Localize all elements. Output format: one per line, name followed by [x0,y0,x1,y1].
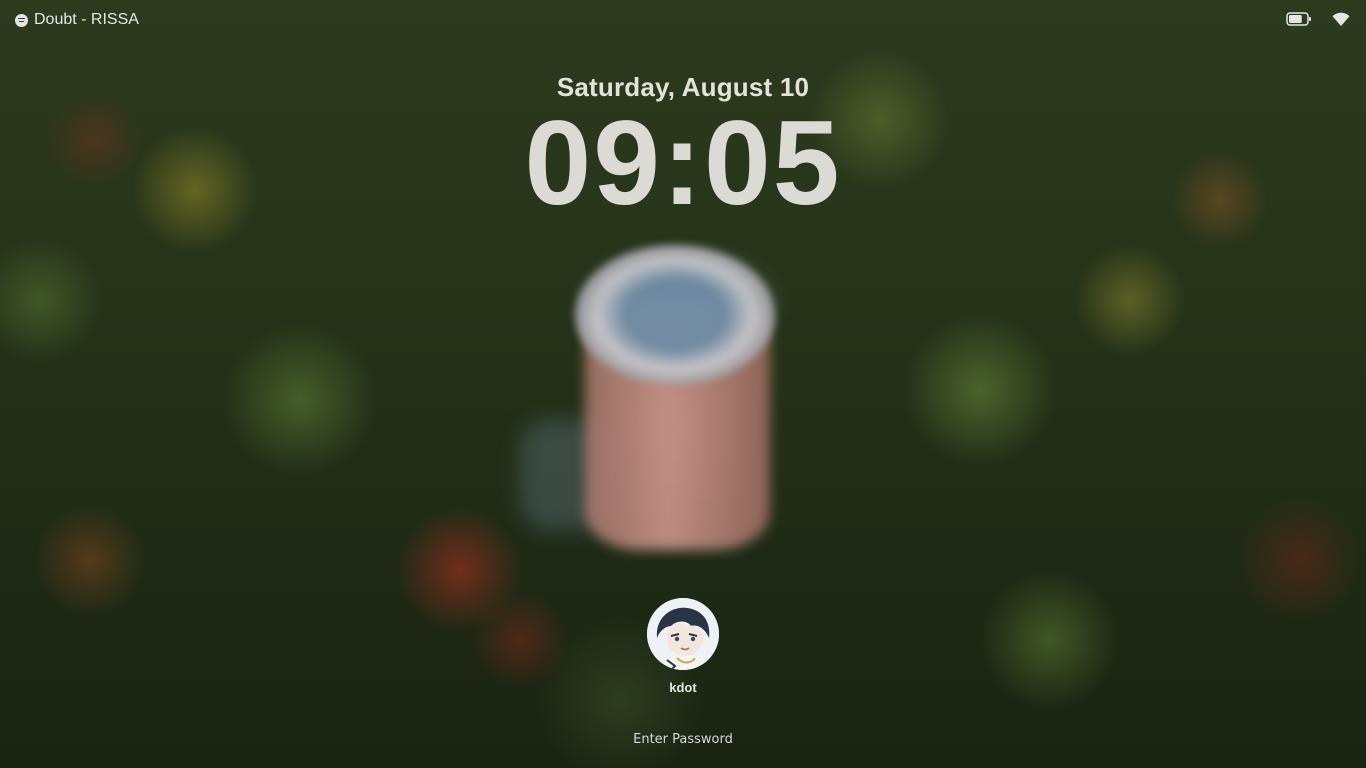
password-input[interactable] [583,726,783,752]
user-avatar[interactable] [647,598,719,670]
user-name: kdot [669,680,697,695]
top-bar: Doubt - RISSA [0,0,1366,38]
spotify-icon [15,13,28,27]
battery-icon[interactable] [1286,11,1312,27]
status-area [1286,11,1350,27]
wifi-icon[interactable] [1332,11,1350,27]
now-playing-title: Doubt - RISSA [34,11,139,28]
anime-character-avatar [647,598,719,670]
lock-clock: 09:05 [524,96,842,230]
lock-screen: Doubt - RISSA Saturday, August 10 09:05 [0,0,1366,768]
now-playing[interactable]: Doubt - RISSA [15,10,139,30]
wallpaper-tower-top [575,245,775,385]
